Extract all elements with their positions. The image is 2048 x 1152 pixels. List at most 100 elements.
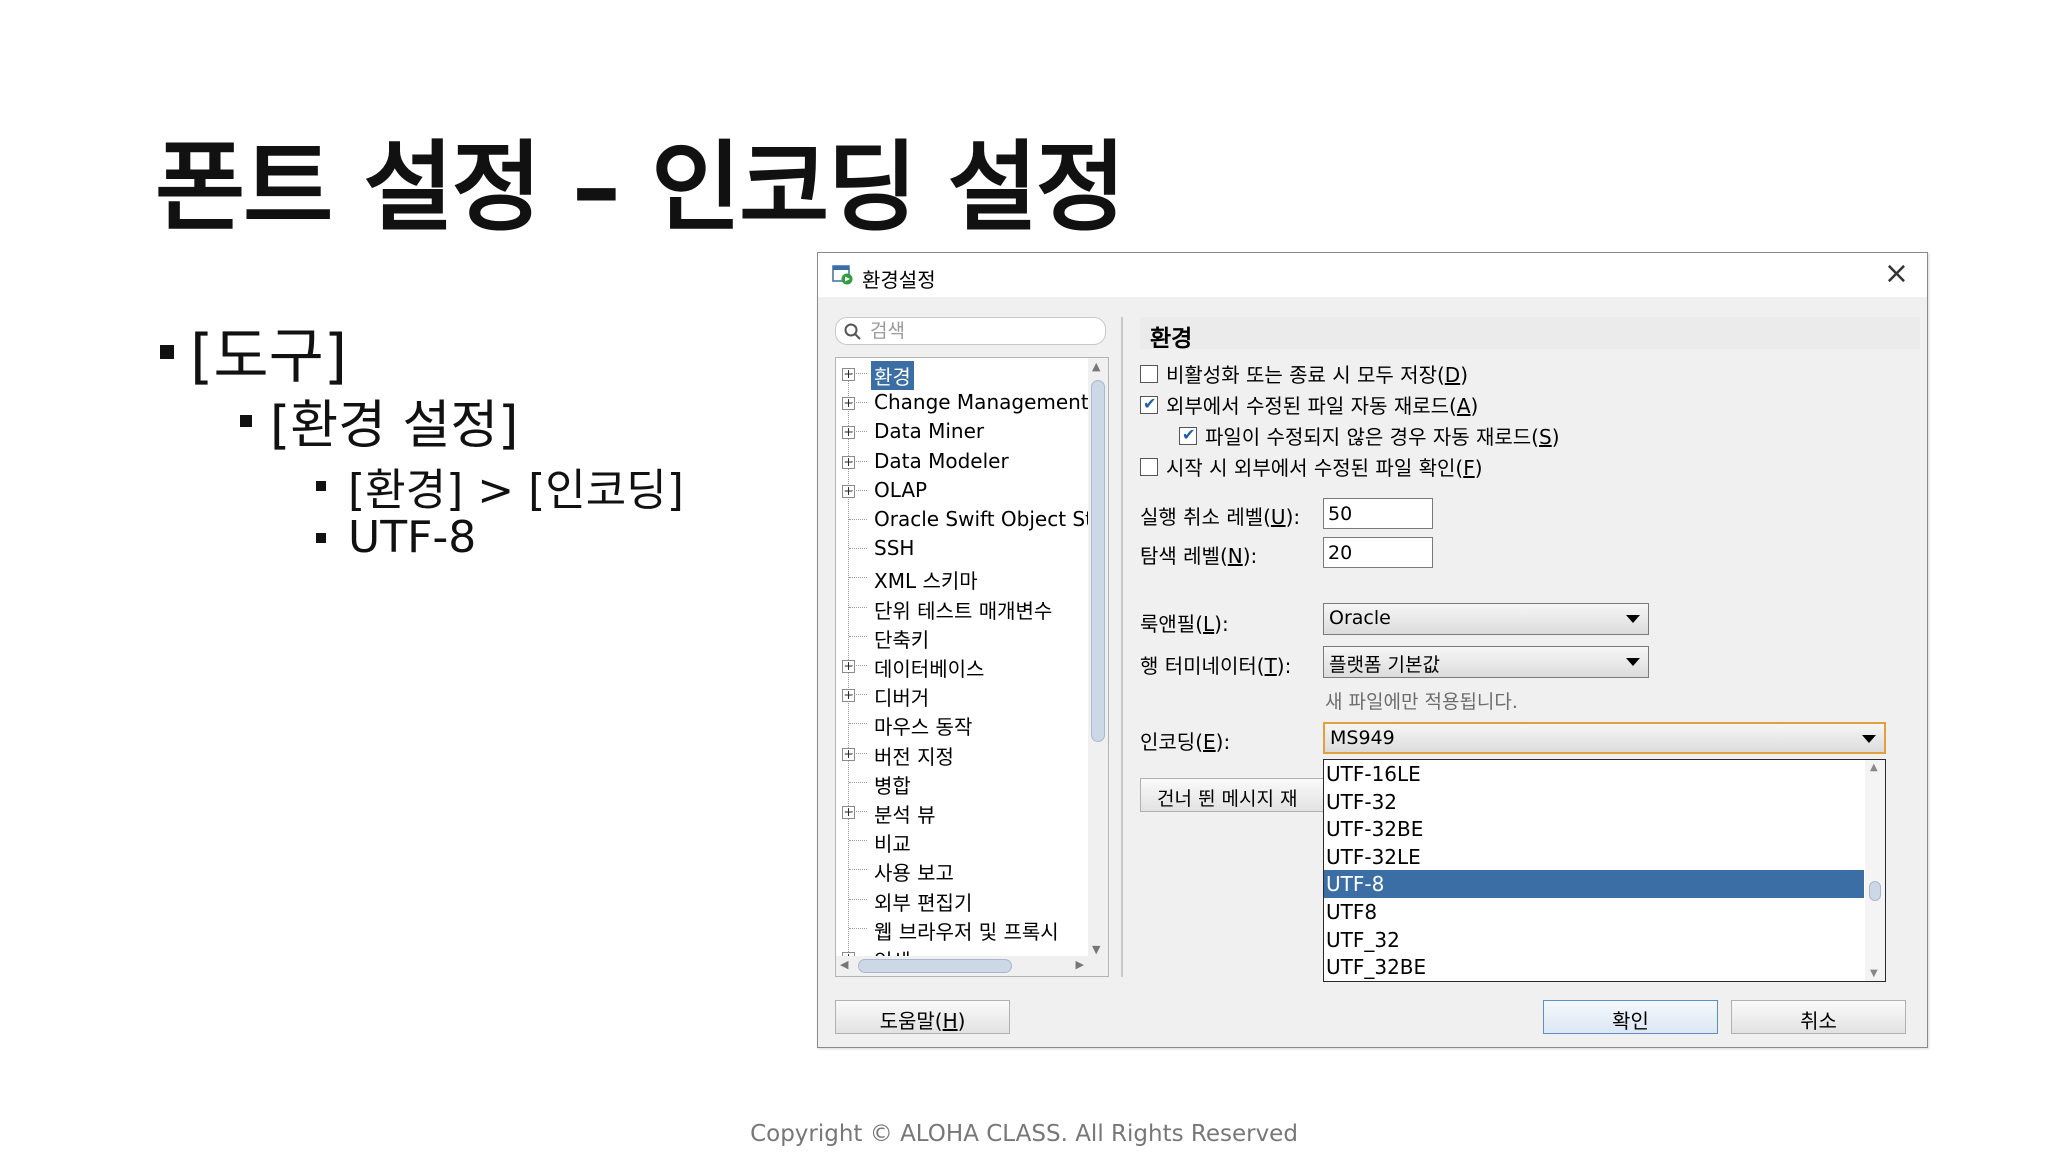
encoding-option[interactable]: UTF8: [1324, 898, 1864, 926]
encoding-list-scrollbar[interactable]: ▲ ▼: [1865, 760, 1885, 981]
save-all-label: 비활성화 또는 종료 시 모두 저장(D): [1166, 363, 1469, 387]
tree-connector: [849, 402, 867, 404]
option-reload-unmodified[interactable]: 파일이 수정되지 않은 경우 자동 재로드(S): [1179, 421, 1560, 450]
tree-item[interactable]: + Change Management [: [836, 387, 1088, 416]
dialog-title: 환경설정: [862, 268, 936, 292]
tree-item[interactable]: + 디버거: [836, 679, 1088, 710]
close-icon[interactable]: ×: [1884, 259, 1909, 289]
skipped-messages-button[interactable]: 건너 뛴 메시지 재: [1140, 778, 1328, 812]
tree-item[interactable]: 외부 편집기: [836, 884, 1088, 915]
encoding-option[interactable]: UTF-8: [1324, 870, 1864, 899]
encoding-select[interactable]: MS949: [1323, 722, 1886, 754]
tree-horizontal-scroll-thumb[interactable]: [858, 959, 1012, 973]
scroll-left-icon[interactable]: ◀: [840, 958, 848, 971]
scroll-up-icon[interactable]: ▲: [1092, 360, 1100, 373]
navigation-level-input[interactable]: [1323, 537, 1433, 568]
tree-item-label: OLAP: [874, 477, 928, 502]
encoding-option[interactable]: UTF_32: [1324, 926, 1864, 954]
tree-item[interactable]: 웹 브라우저 및 프록시: [836, 913, 1088, 944]
option-save-all[interactable]: 비활성화 또는 종료 시 모두 저장(D): [1140, 359, 1468, 388]
encoding-option[interactable]: UTF_32BE: [1324, 953, 1864, 981]
tree-connector: [849, 781, 867, 783]
tree-item[interactable]: + 환경: [836, 358, 1088, 390]
tree-item[interactable]: 마우스 동작: [836, 708, 1088, 740]
option-check-on-startup[interactable]: 시작 시 외부에서 수정된 파일 확인(F): [1140, 452, 1483, 481]
bullet-marker: [160, 344, 174, 359]
tree-item[interactable]: + Data Miner: [836, 416, 1088, 445]
option-auto-reload[interactable]: 외부에서 수정된 파일 자동 재로드(A): [1140, 390, 1478, 419]
scroll-up-icon[interactable]: ▲: [1870, 762, 1878, 773]
expand-icon[interactable]: +: [842, 426, 855, 440]
tree-item[interactable]: XML 스키마: [836, 562, 1088, 593]
tree-item-label: 병합: [874, 773, 911, 798]
reload-unmodified-checkbox[interactable]: [1179, 425, 1197, 445]
line-terminator-select[interactable]: 플랫폼 기본값: [1323, 646, 1649, 678]
tree-vertical-scroll-thumb[interactable]: [1091, 380, 1105, 742]
bullet-text-encoding-path: [환경] > [인코딩]: [348, 465, 684, 516]
undo-level-label: 실행 취소 레벨(U):: [1140, 505, 1301, 529]
check-on-startup-checkbox[interactable]: [1140, 457, 1158, 476]
save-all-checkbox[interactable]: [1140, 364, 1158, 383]
expand-icon[interactable]: +: [842, 689, 855, 703]
bullet-level-3: [환경] > [인코딩]: [316, 454, 684, 518]
category-tree: + 환경 + Change Management [ + Data Miner + Data …: [835, 357, 1109, 977]
auto-reload-checkbox[interactable]: [1140, 394, 1158, 414]
look-and-feel-select[interactable]: Oracle: [1323, 603, 1649, 635]
tree-connector: [849, 519, 867, 520]
encoding-option[interactable]: UTF-16LE: [1324, 760, 1864, 788]
tree-item[interactable]: 단위 테스트 매개변수: [836, 592, 1088, 623]
tree-item-label: 비교: [874, 832, 911, 857]
tree-item[interactable]: + Data Modeler: [836, 446, 1088, 475]
tree-item[interactable]: 비교: [836, 825, 1088, 857]
expand-icon[interactable]: +: [842, 397, 855, 411]
tree-item[interactable]: 단축키: [836, 621, 1088, 652]
tree-item-label: 환경: [871, 361, 914, 390]
tree-item[interactable]: + 데이터베이스: [836, 650, 1088, 681]
tree-connector: [849, 869, 867, 871]
help-button[interactable]: 도움말(H): [835, 1000, 1010, 1034]
tree-item[interactable]: 사용 보고: [836, 854, 1088, 885]
encoding-option[interactable]: UTF-32LE: [1324, 843, 1864, 871]
encoding-option[interactable]: UTF-32: [1324, 788, 1864, 816]
bullet-level-1: [도구]: [160, 308, 347, 395]
encoding-option[interactable]: UTF-32BE: [1324, 815, 1864, 843]
expand-icon[interactable]: +: [842, 484, 855, 498]
expand-icon[interactable]: +: [842, 660, 855, 673]
tree-item[interactable]: SSH: [836, 533, 1088, 562]
tree-vertical-scrollbar[interactable]: ▲ ▼: [1088, 358, 1108, 958]
expand-icon[interactable]: +: [842, 455, 855, 469]
bullet-marker: [316, 532, 326, 543]
expand-icon[interactable]: +: [842, 368, 855, 381]
bullet-text-utf8: UTF-8: [348, 512, 477, 563]
ok-button[interactable]: 확인: [1543, 1000, 1718, 1034]
tree-items: + 환경 + Change Management [ + Data Miner + Data …: [836, 358, 1088, 958]
tree-item-label: Data Miner: [874, 419, 985, 444]
undo-level-input[interactable]: [1323, 498, 1433, 529]
expand-icon[interactable]: +: [842, 806, 855, 819]
tree-horizontal-scrollbar[interactable]: ◀ ▶: [836, 956, 1088, 976]
cancel-button[interactable]: 취소: [1731, 1000, 1906, 1034]
tree-item[interactable]: + OLAP: [836, 475, 1088, 504]
encoding-list-scroll-thumb[interactable]: [1869, 881, 1881, 901]
tree-item-label: Change Management [: [874, 390, 1088, 415]
tree-item[interactable]: + 분석 뷰: [836, 796, 1088, 827]
scroll-down-icon[interactable]: ▼: [1870, 968, 1878, 979]
tree-item[interactable]: 병합: [836, 767, 1088, 798]
tree-item[interactable]: + 버전 지정: [836, 738, 1088, 769]
scroll-down-icon[interactable]: ▼: [1092, 943, 1100, 956]
dialog-titlebar[interactable]: 환경설정 ×: [818, 253, 1927, 297]
chevron-down-icon: [1862, 735, 1876, 743]
tree-item-label: 버전 지정: [874, 744, 954, 769]
chevron-down-icon: [1626, 615, 1640, 623]
expand-icon[interactable]: +: [842, 747, 855, 761]
tree-item[interactable]: Oracle Swift Object Sto: [836, 504, 1088, 533]
scroll-right-icon[interactable]: ▶: [1076, 958, 1084, 971]
tree-item-label: 마우스 동작: [874, 715, 973, 740]
tree-connector: [849, 606, 867, 608]
search-box: [835, 317, 1106, 345]
panel-divider[interactable]: [1121, 317, 1123, 977]
line-terminator-hint: 새 파일에만 적용됩니다.: [1325, 691, 1518, 713]
encoding-label: 인코딩(E):: [1140, 730, 1231, 754]
tree-item-label: 외부 편집기: [874, 890, 973, 915]
search-input[interactable]: [870, 320, 1095, 342]
